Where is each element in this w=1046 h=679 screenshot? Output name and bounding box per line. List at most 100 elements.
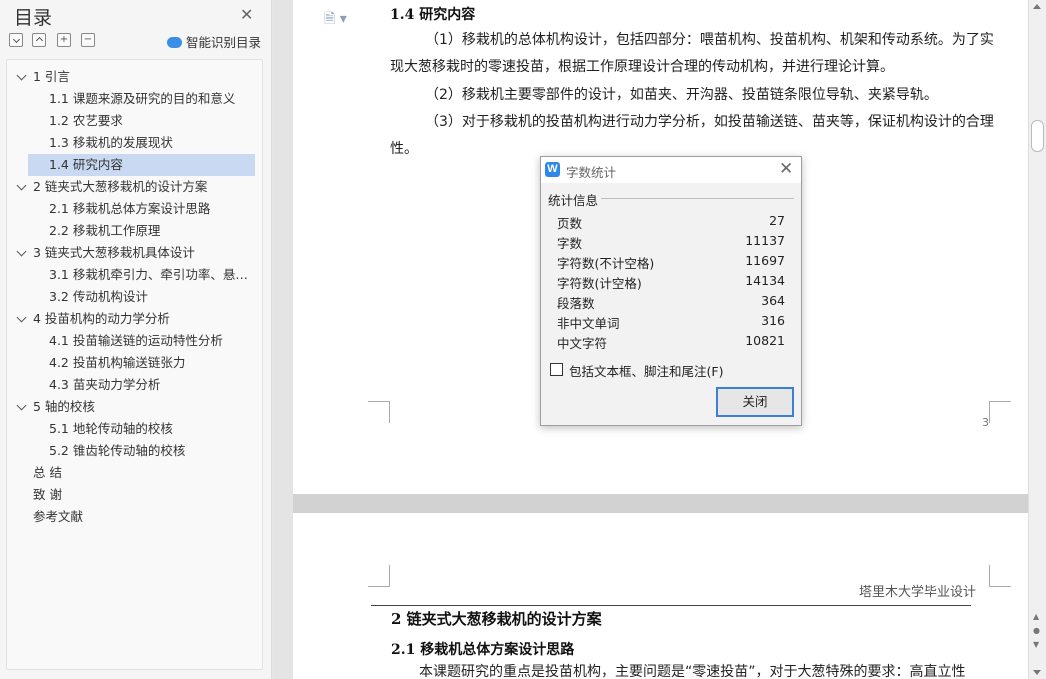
paragraph-line: 本课题研究的重点是投苗机构，主要问题是“零速投苗”，对于大葱特殊的要求：高直立性	[419, 664, 966, 679]
sidebar-title: 目录	[14, 7, 53, 29]
toc-item-label: 2.1 移栽机总体方案设计思路	[49, 201, 211, 216]
toc-item[interactable]: 1.3 移栽机的发展现状	[28, 132, 255, 154]
remove-heading-button[interactable]: −	[81, 33, 95, 47]
stat-label: 页数	[557, 216, 583, 231]
toc-item-label: 参考文献	[33, 509, 84, 524]
section-heading: 1.4 研究内容	[390, 7, 476, 23]
stat-label: 字数	[557, 236, 583, 251]
toc-item[interactable]: 1.4 研究内容	[28, 154, 255, 176]
toc-item[interactable]: 3.1 移栽机牵引力、牵引功率、悬…	[28, 264, 255, 286]
stat-label: 字符数(不计空格)	[557, 256, 655, 271]
checkbox-label[interactable]: 包括文本框、脚注和尾注(F)	[569, 361, 723, 380]
paragraph-line: （2）移栽机主要零部件的设计，如苗夹、开沟器、投苗链条限位导轨、夹紧导轨。	[425, 87, 938, 103]
stat-label: 字符数(计空格)	[557, 276, 642, 291]
dialog-title: 字数统计	[566, 165, 617, 180]
toc-item-label: 2.2 移栽机工作原理	[49, 223, 161, 238]
paragraph-line: 性。	[390, 141, 418, 157]
toc-item[interactable]: 4.2 投苗机构输送链张力	[28, 352, 255, 374]
toc-item[interactable]: 4.1 投苗输送链的运动特性分析	[28, 330, 255, 352]
header-rule	[371, 605, 971, 606]
toc-item-label: 4.2 投苗机构输送链张力	[49, 355, 186, 370]
close-icon[interactable]: ✕	[240, 5, 253, 24]
toc-item-label: 5.2 锥齿轮传动轴的校核	[49, 443, 186, 458]
smart-toc-button[interactable]: 智能识别目录	[167, 32, 261, 51]
chevron-down-icon[interactable]	[16, 70, 27, 81]
toc-item-label: 3 链夹式大葱移栽机具体设计	[33, 245, 195, 260]
chevron-down-icon[interactable]	[16, 400, 27, 411]
crop-mark	[368, 565, 390, 587]
toc-item[interactable]: 1.2 农艺要求	[28, 110, 255, 132]
scroll-thumb[interactable]	[1031, 120, 1044, 152]
toc-item[interactable]: 5 轴的校核	[7, 396, 262, 418]
smart-toc-label: 智能识别目录	[186, 35, 262, 50]
group-divider	[601, 198, 794, 199]
chevron-down-icon[interactable]	[16, 246, 27, 257]
stat-value: 11137	[745, 233, 785, 248]
stat-label: 段落数	[557, 296, 595, 311]
stat-value: 14134	[745, 273, 785, 288]
toc-item-label: 1.2 农艺要求	[49, 113, 123, 128]
smart-icon	[167, 37, 182, 48]
close-icon[interactable]: ✕	[779, 159, 793, 179]
chevron-down-icon[interactable]	[16, 180, 27, 191]
toc-item[interactable]: 4.3 苗夹动力学分析	[28, 374, 255, 396]
paragraph-line: 现大葱移栽时的零速投苗，根据工作原理设计合理的传动机构，并进行理论计算。	[390, 59, 894, 75]
toc-item[interactable]: 1 引言	[7, 66, 262, 88]
stat-value: 27	[769, 213, 785, 228]
toc-item[interactable]: 3 链夹式大葱移栽机具体设计	[7, 242, 262, 264]
toc-item-label: 1.3 移栽机的发展现状	[49, 135, 173, 150]
toc-item[interactable]: 2.2 移栽机工作原理	[28, 220, 255, 242]
chevron-up-icon	[35, 36, 43, 45]
toc-item[interactable]: 致 谢	[7, 484, 262, 506]
next-page-icon[interactable]: ▼	[1033, 640, 1039, 649]
toc-sidebar: 目录 ✕ + − 智能识别目录 1 引言 1.1 课题来源及研究的目的和意义 1.2…	[0, 0, 272, 679]
stat-label: 中文字符	[557, 336, 608, 351]
toc-item[interactable]: 3.2 传动机构设计	[28, 286, 255, 308]
stat-value: 10821	[745, 333, 785, 348]
scroll-up-arrow[interactable]	[1033, 4, 1041, 9]
page-gap	[293, 494, 1028, 513]
toc-item[interactable]: 4 投苗机构的动力学分析	[7, 308, 262, 330]
document-icon[interactable]: 🗎 ▾	[324, 8, 347, 32]
page-number: 3	[982, 416, 989, 429]
prev-page-icon[interactable]: ▲	[1033, 612, 1039, 621]
wps-logo-icon: W	[545, 162, 560, 177]
paragraph-line: （1）移栽机的总体机构设计，包括四部分：喂苗机构、投苗机构、机架和传动系统。为了…	[425, 32, 994, 48]
select-browse-icon[interactable]: ●	[1033, 626, 1040, 635]
toc-item[interactable]: 参考文献	[7, 506, 262, 528]
toc-item[interactable]: 5.2 锥齿轮传动轴的校核	[28, 440, 255, 462]
chapter-title: 2 链夹式大葱移栽机的设计方案	[391, 610, 602, 628]
toc-item-label: 4.3 苗夹动力学分析	[49, 377, 161, 392]
toc-item[interactable]: 2.1 移栽机总体方案设计思路	[28, 198, 255, 220]
close-button[interactable]: 关闭	[716, 387, 794, 417]
include-textbox-footnotes-checkbox[interactable]	[550, 363, 563, 376]
paragraph-line: （3）对于移栽机的投苗机构进行动力学分析，如投苗输送链、苗夹等，保证机构设计的合…	[425, 114, 994, 130]
toc-item-label: 5.1 地轮传动轴的校核	[49, 421, 173, 436]
toc-list: 1 引言 1.1 课题来源及研究的目的和意义 1.2 农艺要求 1.3 移栽机的发展现…	[6, 59, 263, 670]
chevron-down-icon[interactable]	[16, 312, 27, 323]
scroll-down-arrow[interactable]	[1033, 670, 1041, 675]
stat-label: 非中文单词	[557, 316, 620, 331]
crop-mark	[989, 401, 1011, 423]
crop-mark	[989, 565, 1011, 587]
toc-item-label: 1 引言	[33, 69, 70, 84]
toc-item-label: 2 链夹式大葱移栽机的设计方案	[33, 179, 208, 194]
toc-item-label: 3.1 移栽机牵引力、牵引功率、悬…	[49, 267, 248, 282]
collapse-all-button[interactable]	[9, 33, 23, 47]
chevron-down-icon	[12, 35, 20, 44]
stat-value: 364	[761, 293, 785, 308]
toc-item[interactable]: 1.1 课题来源及研究的目的和意义	[28, 88, 255, 110]
toc-item-label: 致 谢	[33, 487, 62, 502]
toc-item[interactable]: 总 结	[7, 462, 262, 484]
toc-item-label: 1.4 研究内容	[49, 157, 123, 172]
toc-item-label: 5 轴的校核	[33, 399, 95, 414]
toc-item[interactable]: 5.1 地轮传动轴的校核	[28, 418, 255, 440]
add-heading-button[interactable]: +	[57, 33, 71, 47]
toc-item-label: 总 结	[33, 465, 62, 480]
page-header: 塔里木大学毕业设计	[859, 585, 977, 600]
expand-all-button[interactable]	[32, 33, 46, 47]
vertical-scrollbar[interactable]: ▲ ● ▼	[1028, 0, 1046, 679]
stat-value: 11697	[745, 253, 785, 268]
dialog-titlebar[interactable]: W 字数统计 ✕	[541, 157, 801, 183]
toc-item[interactable]: 2 链夹式大葱移栽机的设计方案	[7, 176, 262, 198]
